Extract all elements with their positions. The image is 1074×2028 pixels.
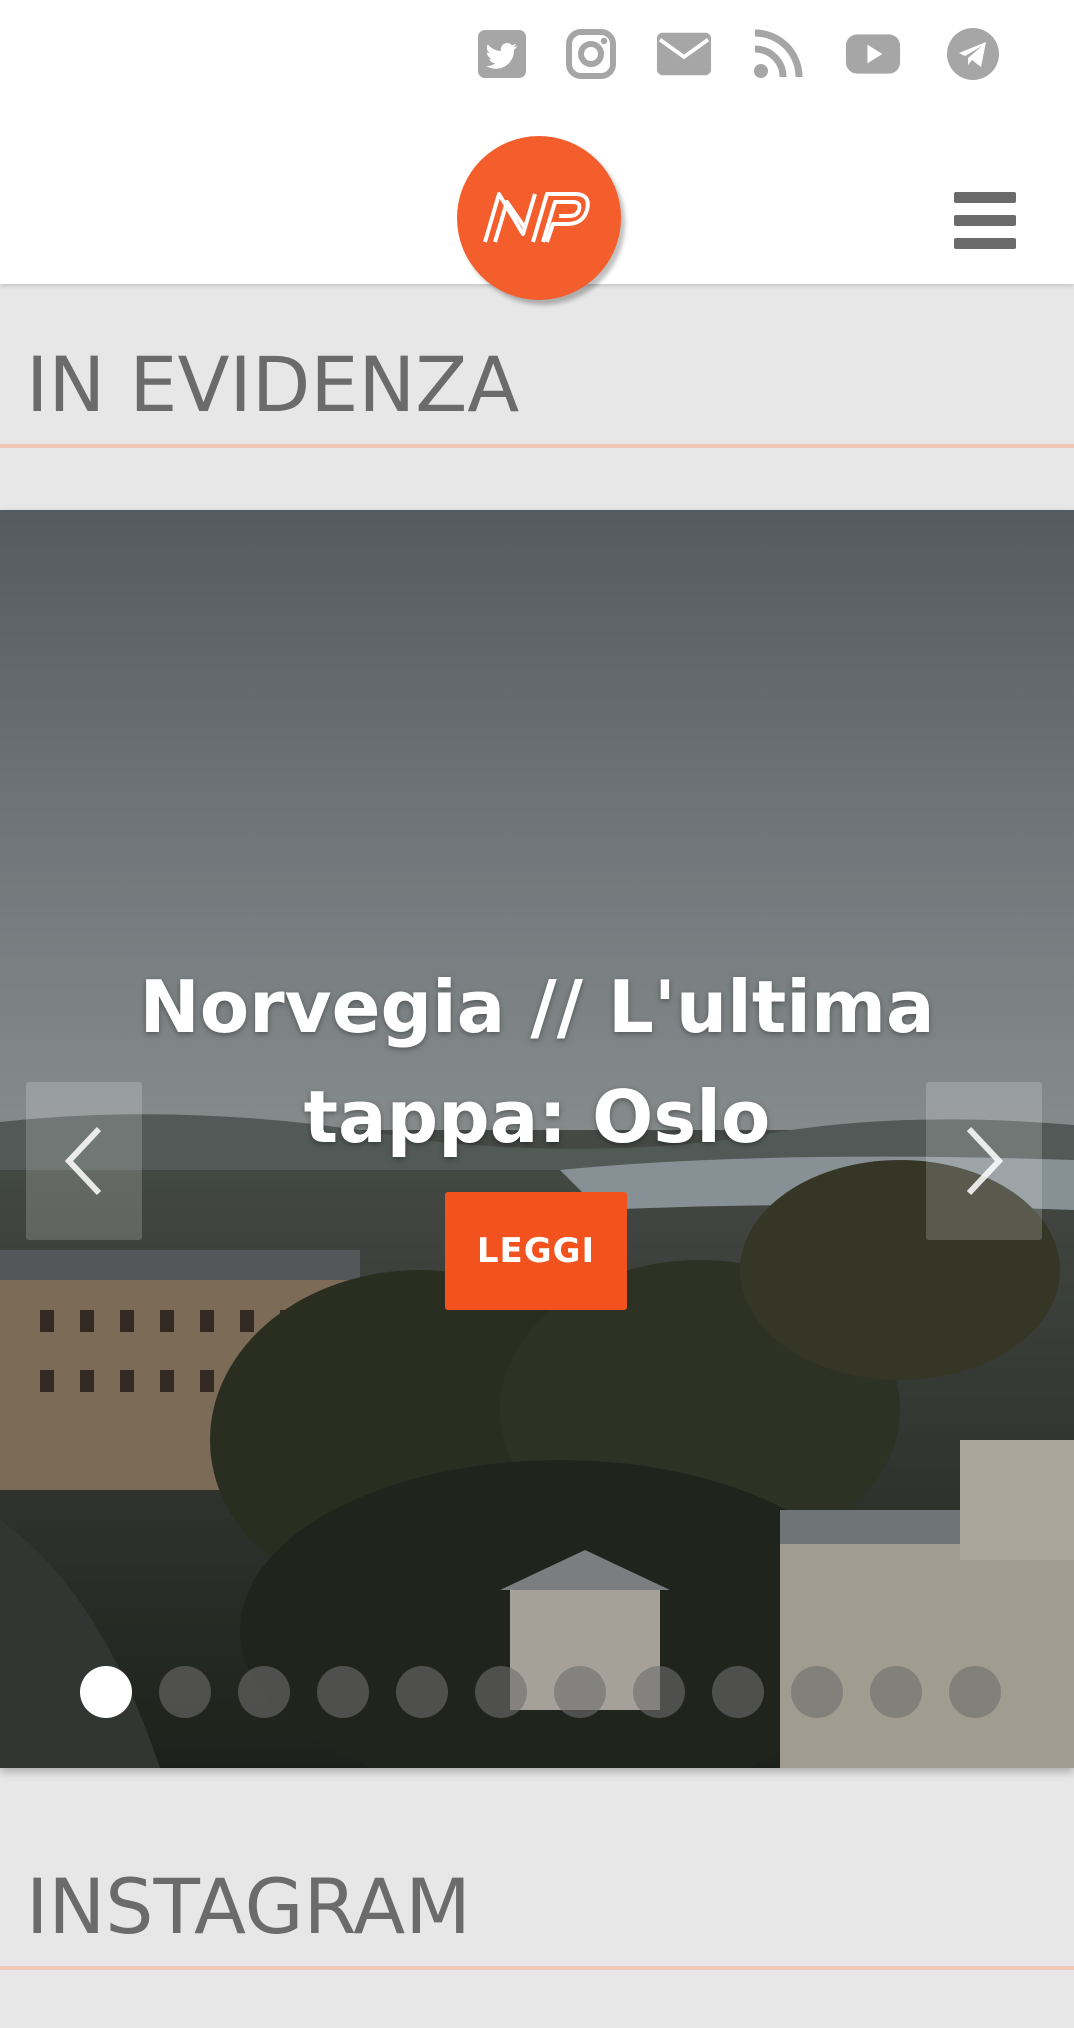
pagination-dot[interactable]	[475, 1666, 527, 1718]
youtube-link[interactable]	[845, 26, 901, 82]
prev-slide-button[interactable]	[26, 1082, 142, 1240]
pagination-dot[interactable]	[791, 1666, 843, 1718]
youtube-icon	[845, 34, 901, 74]
chevron-right-icon	[966, 1126, 1004, 1196]
menu-icon[interactable]	[954, 192, 1016, 250]
rss-icon	[754, 29, 803, 78]
read-more-button[interactable]: LEGGI	[445, 1192, 627, 1310]
site-logo[interactable]	[457, 136, 621, 300]
chevron-left-icon	[64, 1126, 102, 1196]
pagination-dot[interactable]	[633, 1666, 685, 1718]
pagination-dot[interactable]	[396, 1666, 448, 1718]
telegram-icon	[947, 28, 999, 80]
telegram-link[interactable]	[945, 26, 1001, 82]
email-link[interactable]	[656, 26, 712, 82]
pagination-dot[interactable]	[80, 1666, 132, 1718]
pagination-dot[interactable]	[870, 1666, 922, 1718]
logo-mark	[483, 192, 590, 243]
next-slide-button[interactable]	[926, 1082, 1042, 1240]
featured-slider[interactable]: Norvegia // L'ultima tappa: Oslo LEGGI	[0, 510, 1074, 1768]
featured-divider	[0, 444, 1074, 448]
email-icon	[656, 32, 712, 76]
featured-section-title: IN EVIDENZA	[26, 340, 520, 429]
rss-link[interactable]	[750, 26, 806, 82]
pagination-dot[interactable]	[238, 1666, 290, 1718]
instagram-section-title: INSTAGRAM	[26, 1862, 471, 1951]
instagram-link[interactable]	[563, 26, 619, 82]
pagination-dot[interactable]	[159, 1666, 211, 1718]
twitter-link[interactable]	[474, 26, 530, 82]
pagination-dot[interactable]	[554, 1666, 606, 1718]
slide-title[interactable]: Norvegia // L'ultima tappa: Oslo	[100, 952, 974, 1172]
pagination-dot[interactable]	[317, 1666, 369, 1718]
twitter-icon	[478, 30, 526, 78]
instagram-icon	[566, 29, 616, 79]
instagram-divider	[0, 1966, 1074, 1970]
pagination-dot[interactable]	[949, 1666, 1001, 1718]
pagination-dot[interactable]	[712, 1666, 764, 1718]
